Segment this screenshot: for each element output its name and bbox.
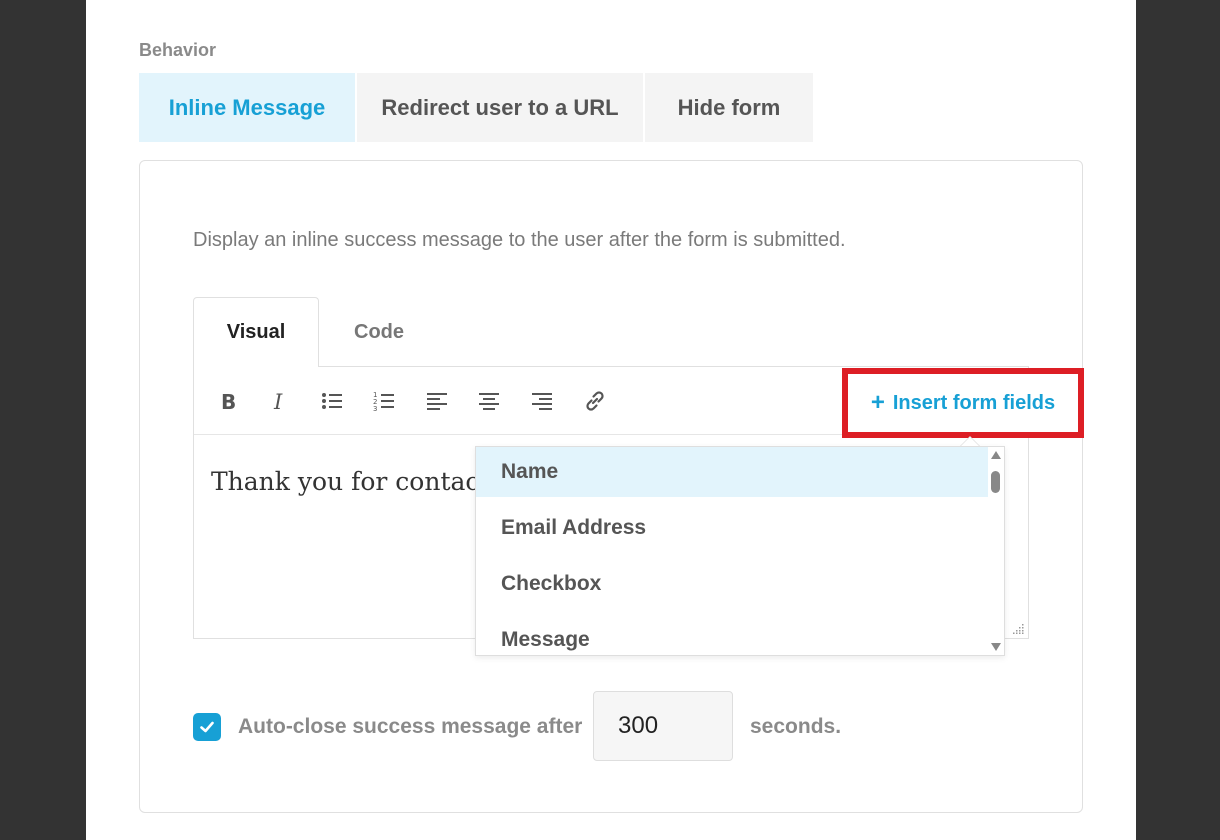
- scroll-down-arrow-icon[interactable]: [991, 643, 1001, 651]
- link-icon[interactable]: [578, 384, 612, 418]
- bulleted-list-icon[interactable]: [315, 384, 349, 418]
- align-left-icon[interactable]: [420, 384, 454, 418]
- behavior-label: Behavior: [139, 40, 217, 60]
- dropdown-item-checkbox[interactable]: Checkbox: [476, 559, 989, 609]
- dropdown-item-message[interactable]: Message: [476, 615, 989, 655]
- tab-inline-message[interactable]: Inline Message: [139, 73, 355, 142]
- insert-form-fields-label: Insert form fields: [892, 391, 1056, 414]
- svg-text:I: I: [273, 390, 283, 413]
- behavior-tabs: Inline Message Redirect user to a URL Hi…: [139, 73, 813, 142]
- svg-text:3: 3: [373, 405, 377, 413]
- seconds-suffix: seconds.: [750, 715, 842, 738]
- checkmark-icon: [200, 721, 214, 733]
- insert-form-fields-button[interactable]: + Insert form fields: [842, 368, 1084, 438]
- auto-close-row: Auto-close success message after seconds…: [193, 691, 1073, 761]
- editor-tabs: Visual Code: [193, 297, 1029, 367]
- seconds-input[interactable]: [593, 691, 733, 761]
- settings-panel: Behavior Inline Message Redirect user to…: [86, 0, 1136, 840]
- align-center-icon[interactable]: [472, 384, 506, 418]
- auto-close-label: Auto-close success message after: [238, 715, 583, 738]
- form-fields-dropdown[interactable]: Name Email Address Checkbox Message: [475, 446, 1005, 656]
- resize-handle-icon[interactable]: [1012, 622, 1024, 634]
- inline-message-card: Display an inline success message to the…: [139, 160, 1084, 813]
- scroll-thumb[interactable]: [991, 471, 1000, 493]
- scroll-up-arrow-icon[interactable]: [991, 451, 1001, 459]
- align-right-icon[interactable]: [525, 384, 559, 418]
- tab-code[interactable]: Code: [319, 297, 439, 367]
- description-text: Display an inline success message to the…: [193, 229, 846, 251]
- dropdown-item-name[interactable]: Name: [476, 447, 989, 497]
- numbered-list-icon[interactable]: 123: [367, 384, 401, 418]
- bold-icon[interactable]: B: [211, 384, 245, 418]
- dropdown-caret: [960, 436, 980, 446]
- auto-close-checkbox[interactable]: [193, 713, 221, 741]
- italic-icon[interactable]: I: [263, 384, 297, 418]
- plus-icon: +: [870, 389, 885, 416]
- editor-content[interactable]: Thank you for contact: [211, 467, 489, 496]
- svg-text:B: B: [221, 390, 236, 413]
- tab-visual[interactable]: Visual: [193, 297, 319, 367]
- tab-hide-form[interactable]: Hide form: [645, 73, 813, 142]
- tab-redirect-url[interactable]: Redirect user to a URL: [357, 73, 643, 142]
- dropdown-item-email-address[interactable]: Email Address: [476, 503, 989, 553]
- dropdown-scrollbar[interactable]: [988, 447, 1004, 655]
